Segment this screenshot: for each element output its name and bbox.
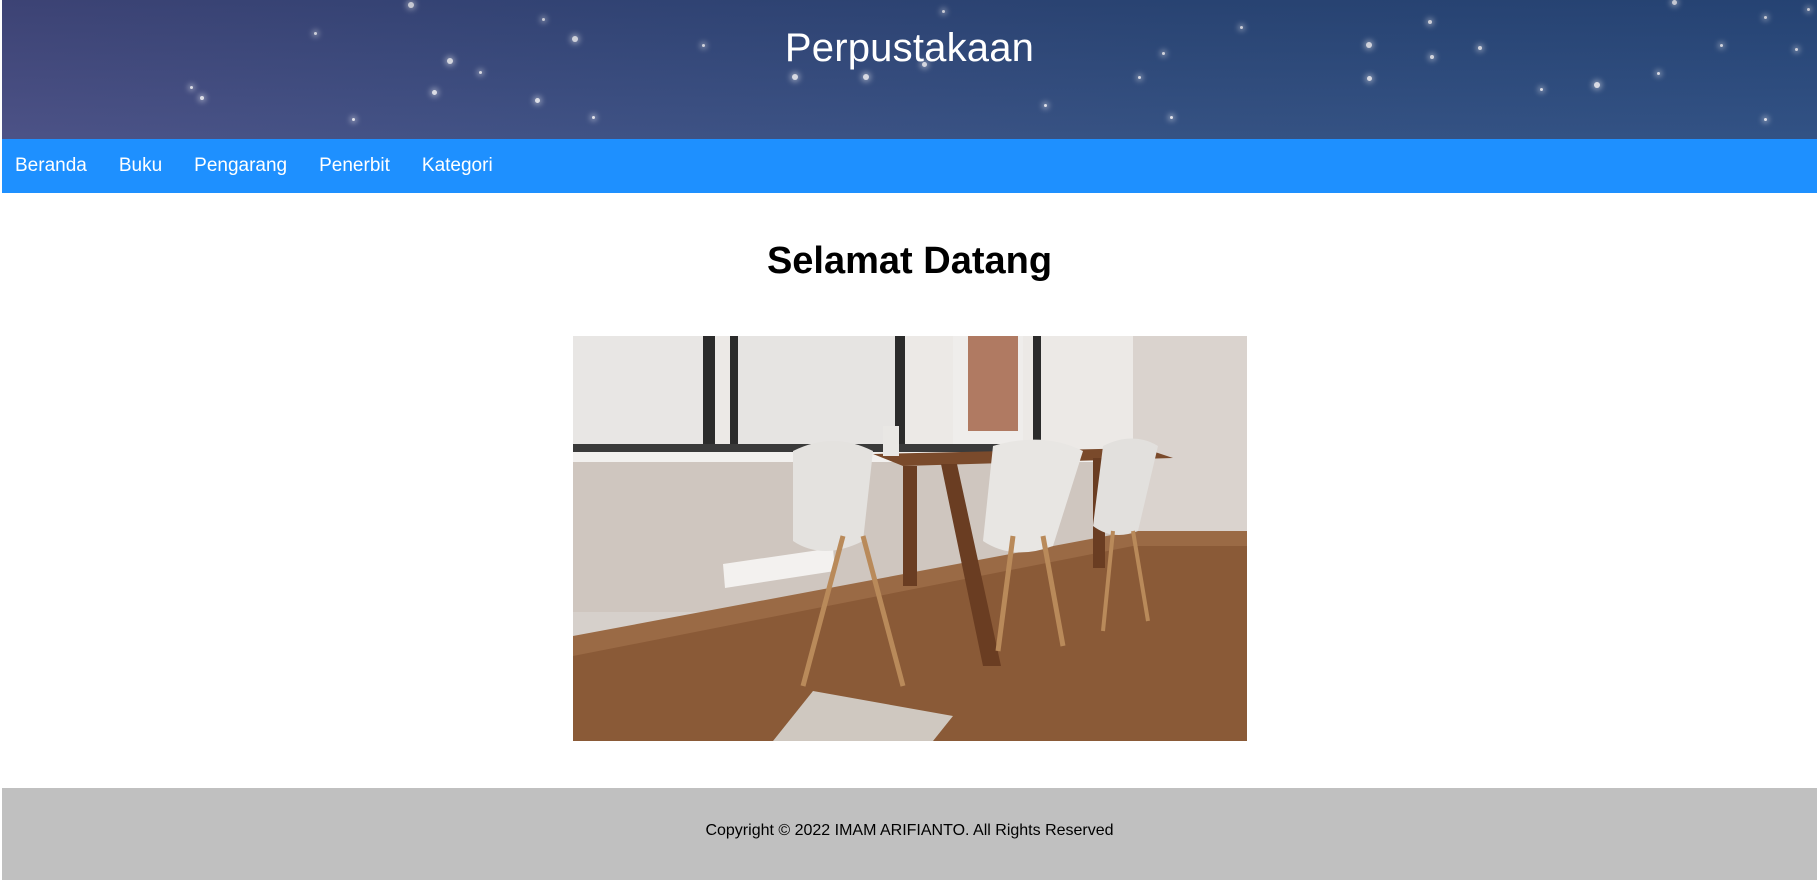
nav-item-pengarang[interactable]: Pengarang	[194, 139, 287, 193]
dining-room-photo	[573, 336, 1247, 741]
nav-item-buku[interactable]: Buku	[119, 139, 162, 193]
site-header: Perpustakaan	[2, 0, 1817, 139]
welcome-heading: Selamat Datang	[766, 240, 1053, 282]
main-nav: Beranda Buku Pengarang Penerbit Kategori	[2, 139, 1817, 193]
site-footer: Copyright © 2022 IMAM ARIFIANTO. All Rig…	[2, 788, 1817, 880]
nav-item-beranda[interactable]: Beranda	[15, 139, 87, 193]
dining-room-illustration	[573, 336, 1247, 741]
nav-item-penerbit[interactable]: Penerbit	[319, 139, 390, 193]
page: Perpustakaan Beranda Buku Pengarang Pene…	[0, 0, 1819, 880]
copyright-text: Copyright © 2022 IMAM ARIFIANTO. All Rig…	[705, 822, 1114, 839]
nav-item-kategori[interactable]: Kategori	[422, 139, 493, 193]
site-title: Perpustakaan	[784, 26, 1035, 70]
